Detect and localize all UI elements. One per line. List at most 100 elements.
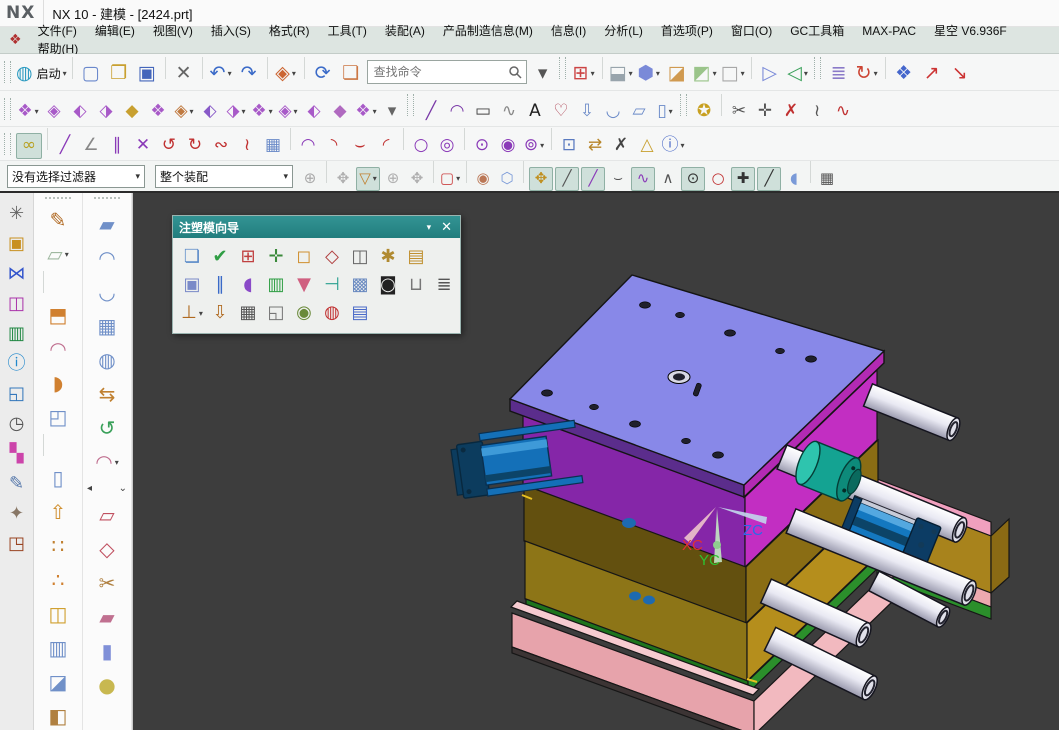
arc-fillet-button[interactable]: ⌣ [348,134,372,158]
snap-face-toggle[interactable]: ◖ [783,168,805,190]
window-exit-icon[interactable]: ◳ [4,529,30,559]
assembly-drawing-button[interactable]: ▤ [347,300,373,326]
circle-3point-button[interactable]: ◎ [435,134,459,158]
menu-window[interactable]: 窗口(O) [722,21,781,41]
parting-tool-button[interactable]: ◫ [347,244,373,270]
snap-intersection-toggle[interactable]: ✚ [731,167,755,191]
roles-icon[interactable]: ▚ [4,439,30,469]
swoop-surface-button[interactable]: ◠▾ [88,445,126,479]
trim-corner-button[interactable]: ✛ [753,99,777,123]
menu-edit[interactable]: 编辑(E) [86,21,144,41]
datum-plane-button[interactable]: ▱▾ [39,237,77,271]
shape-curve-button[interactable]: ♡ [549,99,573,123]
pane-view-button[interactable]: □▾ [720,61,746,87]
menu-tools[interactable]: 工具(T) [319,21,376,41]
pair-component-button[interactable]: ❖▾ [250,99,274,123]
palette-title-bar[interactable]: 注塑模向导 ▾ ✕ [173,216,460,238]
toolbar-overflow[interactable]: ▾ [380,99,404,123]
menu-max-pac[interactable]: MAX-PAC [853,21,925,41]
trim-curve-button[interactable]: ✂ [727,99,751,123]
web-browser-icon[interactable]: ◱ [4,379,30,409]
menu-format[interactable]: 格式(R) [260,21,319,41]
mold-wizard-palette[interactable]: 注塑模向导 ▾ ✕ ❏✔⊞✛◻◇◫✱▤ ▣∥◖▥▼⊣▩◙⊔≣ ⊥▾⇩▦◱◉◍▤ [172,215,461,334]
toolbar-grip[interactable] [559,57,566,79]
toolbar-grip[interactable] [680,94,687,116]
revolve-button[interactable]: ◗ [39,366,77,400]
face-component-button[interactable]: ⬗ [94,99,118,123]
tube-button[interactable]: ▯▾ [653,99,677,123]
intersection-curve-button[interactable]: ◡ [601,99,625,123]
shaded-cavity-button[interactable]: ◈▾ [172,99,196,123]
curve-network-button[interactable]: ↺ [88,411,126,445]
menu-information[interactable]: 信息(I) [542,21,595,41]
wave-curve-button[interactable]: ∾ [209,134,233,158]
pocket-button[interactable]: ⊔ [403,272,429,298]
cylinder-pocket-button[interactable]: ◆ [120,99,144,123]
snap-on-curve-toggle[interactable]: ╱ [581,167,605,191]
four-point-surface-button[interactable]: ▰ [88,207,126,241]
loop-curve-button[interactable]: ↺ [157,134,181,158]
scatter-cubes-button[interactable]: ∴ [39,563,77,597]
toolbar-grip[interactable] [4,98,11,120]
move-component-button[interactable]: ❖▾ [16,99,40,123]
close-icon[interactable]: ✕ [439,219,454,235]
electrode-button[interactable]: ◙ [375,272,401,298]
join-curve-button[interactable]: ≀ [805,99,829,123]
part-info-button[interactable]: ⓘ▾ [661,134,685,158]
collapse-left-button[interactable]: ◂ [87,483,92,494]
hand-button[interactable]: ✥ [406,168,428,190]
history-icon[interactable]: ◷ [4,409,30,439]
sketch-button[interactable]: ✎ [39,203,77,237]
arc-center-button[interactable]: ◝ [322,134,346,158]
offset-surface-button[interactable]: ⇧ [39,495,77,529]
assembly-navigator-icon[interactable]: ▣ [4,229,30,259]
circle-radius-button[interactable]: ◉ [496,134,520,158]
concept-design-button[interactable]: ◉ [291,300,317,326]
flange-sheet-button[interactable]: ▰ [88,600,126,634]
circle-dot-button[interactable]: ⊙ [470,134,494,158]
point-constructor-button[interactable]: ↘ [947,61,973,87]
bom-tool-button[interactable]: ≣ [431,272,457,298]
menu-file[interactable]: 文件(F) [29,21,86,41]
mold-csys-triad-button[interactable]: ✛ [263,244,289,270]
internet-explorer-icon[interactable]: ⓘ [4,349,30,379]
paint-datum-button[interactable]: ❖ [891,61,917,87]
repair-sheet-button[interactable]: ✂ [88,566,126,600]
shrinkage-button[interactable]: ◇ [319,244,345,270]
design-pocket-button[interactable]: ⇩ [207,300,233,326]
cross-line-button[interactable]: ✕ [131,134,155,158]
arc-button[interactable]: ◠ [445,99,469,123]
sequence-button[interactable]: ⇄ [583,134,607,158]
command-search-input[interactable] [372,64,508,80]
swept-button[interactable]: ◠ [39,332,77,366]
navigation-gear-icon[interactable]: ✳ [4,199,30,229]
menu-pmi[interactable]: 产品制造信息(M) [434,21,542,41]
redo-button[interactable]: ↷ [236,61,262,87]
sphere-primitive-button[interactable]: ● [88,668,126,702]
start-button[interactable]: ◍启动▾ [16,61,67,87]
studio-surface-button[interactable]: ⇆ [88,377,126,411]
open-file-button[interactable]: ❐ [106,61,132,87]
frame-block-button[interactable]: ◧ [39,699,77,730]
measure-component-button[interactable]: ◈▾ [276,99,300,123]
section-curve-button[interactable]: ▱ [627,99,651,123]
wcs-origin[interactable] [713,541,721,549]
datum-triad-button[interactable]: ∠ [79,134,103,158]
snap-circle-toggle[interactable]: ○ [707,168,729,190]
vector-constructor-button[interactable]: ↗ [919,61,945,87]
delete-button[interactable]: ✕ [171,61,197,87]
ghost-view-button[interactable]: ◩▾ [692,61,718,87]
swept-surface-button[interactable]: ◠ [88,241,126,275]
constraint-navigator-icon[interactable]: ⋈ [4,259,30,289]
studio-spline-button[interactable]: ∿ [497,99,521,123]
menu-analysis[interactable]: 分析(L) [595,21,652,41]
arc-tangent-button[interactable]: ◜ [374,134,398,158]
draft-analysis-button[interactable]: △ [635,134,659,158]
grid-toggle[interactable]: ▦ [816,168,838,190]
chain-link-toggle[interactable]: ∞ [16,133,42,159]
line-button[interactable]: ╱ [419,99,443,123]
grid-window-button[interactable]: ▦ [261,134,285,158]
assembly-arrange-button[interactable]: ◈ [42,99,66,123]
workpiece-button[interactable]: ◻ [291,244,317,270]
mold-csys-check-button[interactable]: ✔ [207,244,233,270]
